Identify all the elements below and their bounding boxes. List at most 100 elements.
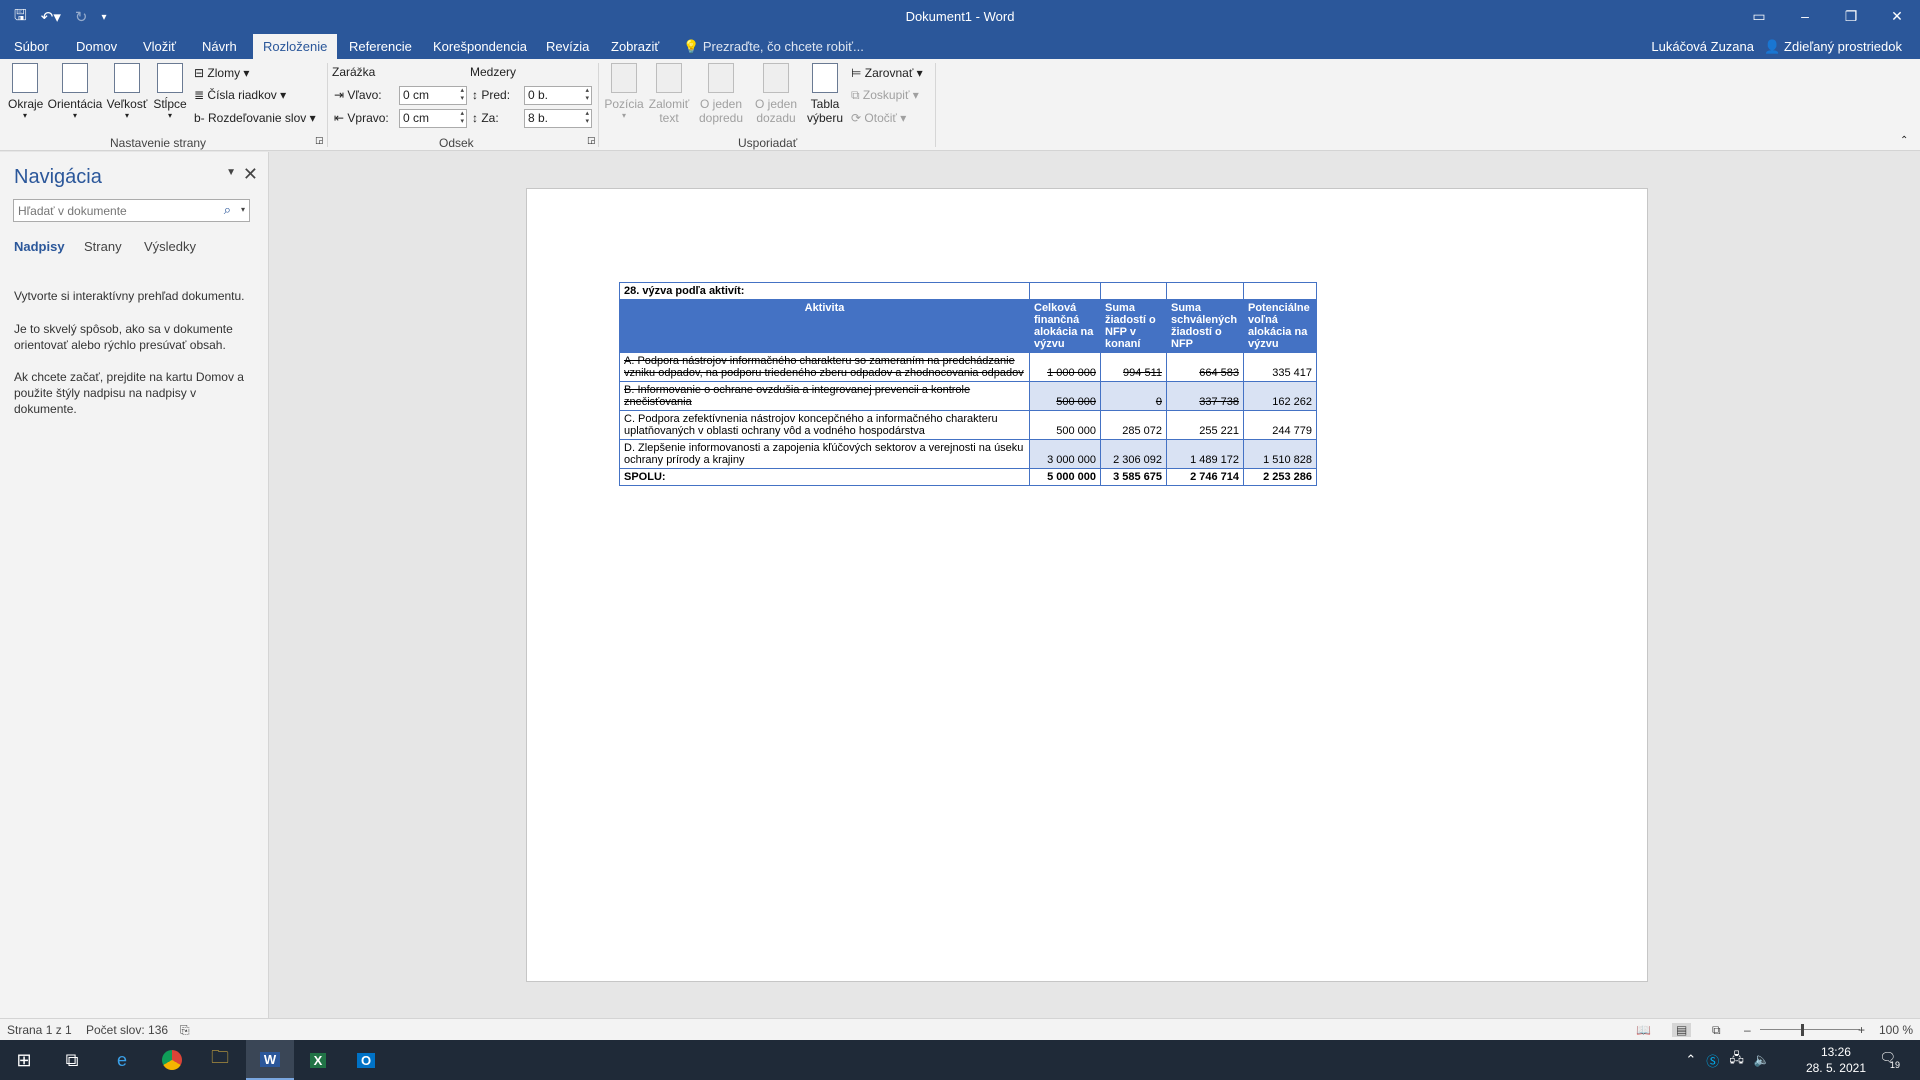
indent-right-field[interactable]: 0 cm ▴ ▾: [399, 109, 467, 128]
search-icon[interactable]: ⌕: [224, 202, 231, 218]
web-layout-icon[interactable]: ⧉: [1712, 1023, 1721, 1038]
word-icon[interactable]: W: [246, 1040, 294, 1080]
task-view-icon[interactable]: ⧉: [48, 1040, 96, 1080]
zoom-out-icon[interactable]: –: [1744, 1023, 1751, 1037]
clock-time: 13:26: [1820, 1045, 1851, 1059]
page-count[interactable]: Strana 1 z 1: [7, 1023, 72, 1037]
hyphenation-button[interactable]: b- Rozdeľovanie slov ▾: [194, 111, 316, 125]
outlook-icon[interactable]: O: [342, 1040, 390, 1080]
breaks-label: Zlomy: [207, 66, 241, 80]
selection-pane-button[interactable]: Tabla výberu: [804, 63, 846, 125]
tab-home[interactable]: Domov: [66, 34, 127, 59]
volume-icon[interactable]: 🔈: [1754, 1052, 1770, 1068]
margins-button[interactable]: Okraje ▾: [8, 63, 43, 120]
total-cell: 5 000 000: [1029, 468, 1101, 486]
tab-layout[interactable]: Rozloženie: [253, 34, 338, 59]
line-numbers-button[interactable]: ≣ Čísla riadkov ▾: [194, 88, 286, 102]
total-cell: 2 746 714: [1166, 468, 1244, 486]
spacing-after-icon: ↕: [472, 111, 478, 125]
page-setup-group-label: Nastavenie strany: [110, 136, 207, 150]
ribbon-display-options-icon[interactable]: ▭: [1736, 0, 1782, 34]
breaks-button[interactable]: ⊟ Zlomy ▾: [194, 66, 249, 80]
group-button[interactable]: ⧉ Zoskupiť ▾: [851, 88, 919, 103]
value-cell: 3 000 000: [1029, 439, 1101, 469]
windows-start-icon[interactable]: ⊞: [0, 1040, 48, 1080]
page-setup-launcher-icon[interactable]: ◲: [315, 135, 324, 146]
chrome-icon[interactable]: [148, 1040, 196, 1080]
zoom-slider-thumb[interactable]: [1801, 1024, 1804, 1036]
close-button[interactable]: ✕: [1874, 0, 1920, 34]
notification-center-icon[interactable]: 🗨19: [1879, 1050, 1906, 1070]
tell-me-box[interactable]: 💡 Prezraďte, čo chcete robiť...: [683, 34, 864, 59]
tab-view[interactable]: Zobraziť: [601, 34, 669, 59]
tab-references[interactable]: Referencie: [339, 34, 422, 59]
restore-button[interactable]: ❐: [1828, 0, 1874, 34]
table-caption: 28. výzva podľa aktivít:: [619, 282, 1030, 300]
ribbon-tabs: Súbor Domov Vložiť Návrh Rozloženie Refe…: [0, 34, 1920, 59]
zoom-level[interactable]: 100 %: [1879, 1023, 1913, 1037]
user-name[interactable]: Lukáčová Zuzana: [1651, 34, 1754, 59]
value-cell: 0: [1100, 381, 1167, 411]
tab-file[interactable]: Súbor: [4, 34, 59, 59]
zoom-in-icon[interactable]: +: [1858, 1023, 1865, 1037]
send-backward-button[interactable]: O jeden dozadu: [750, 63, 802, 125]
nav-info-text: Je to skvelý spôsob, ako sa v dokumente …: [14, 322, 233, 352]
activity-cell: D. Zlepšenie informovanosti a zapojenia …: [619, 439, 1030, 469]
nav-tab-pages[interactable]: Strany: [84, 239, 122, 254]
table-total-row: SPOLU: 5 000 000 3 585 675 2 746 714 2 2…: [619, 468, 1317, 486]
nav-search-box[interactable]: ⌕ ▾: [13, 199, 250, 222]
position-button[interactable]: Pozícia ▾: [603, 63, 645, 120]
clock-date: 28. 5. 2021: [1805, 1061, 1866, 1075]
clock[interactable]: 13:26 28. 5. 2021: [1806, 1044, 1866, 1076]
internet-explorer-icon[interactable]: e: [98, 1040, 146, 1080]
document-area: 28. výzva podľa aktivít: Aktivita Celkov…: [270, 152, 1920, 1018]
collapse-ribbon-icon[interactable]: ⌃: [1900, 135, 1908, 146]
nav-options-icon[interactable]: ▼: [226, 167, 236, 178]
proofing-icon[interactable]: ⎘: [180, 1023, 190, 1038]
word-count[interactable]: Počet slov: 136: [86, 1023, 168, 1037]
indent-right-icon: ⇤: [334, 111, 345, 125]
wrap-text-icon: [656, 63, 682, 93]
nav-tab-headings[interactable]: Nadpisy: [14, 239, 65, 254]
search-options-icon[interactable]: ▾: [241, 205, 245, 214]
value-cell: 994 511: [1100, 352, 1167, 382]
nav-search-input[interactable]: [14, 200, 214, 221]
spacing-before-field[interactable]: 0 b. ▴ ▾: [524, 86, 592, 105]
nav-close-icon[interactable]: ✕: [243, 164, 258, 185]
minimize-button[interactable]: –: [1782, 0, 1828, 34]
ribbon-separator: [327, 63, 328, 147]
read-mode-icon[interactable]: 📖: [1636, 1023, 1651, 1037]
skype-icon[interactable]: Ⓢ: [1706, 1051, 1719, 1070]
nav-tab-results[interactable]: Výsledky: [144, 239, 196, 254]
indent-title: Zarážka: [332, 65, 376, 79]
network-icon[interactable]: 🖧: [1729, 1049, 1744, 1071]
print-layout-icon[interactable]: ▤: [1672, 1023, 1692, 1037]
activity-cell: C. Podpora zefektívnenia nástrojov konce…: [619, 410, 1030, 440]
spacing-after-field[interactable]: 8 b. ▴ ▾: [524, 109, 592, 128]
rotate-button[interactable]: ⟳ Otočiť ▾: [851, 111, 906, 125]
zoom-slider[interactable]: [1760, 1029, 1860, 1030]
bring-forward-button[interactable]: O jeden dopredu: [695, 63, 747, 125]
file-explorer-icon[interactable]: 🗀: [196, 1040, 244, 1080]
column-header: Aktivita: [619, 299, 1030, 353]
paragraph-launcher-icon[interactable]: ◲: [587, 135, 596, 146]
spacing-before-icon: ↕: [472, 88, 478, 102]
indent-left-field[interactable]: 0 cm ▴ ▾: [399, 86, 467, 105]
document-page[interactable]: 28. výzva podľa aktivít: Aktivita Celkov…: [526, 188, 1648, 982]
tab-design[interactable]: Návrh: [192, 34, 247, 59]
columns-button[interactable]: Stĺpce ▾: [152, 63, 188, 120]
orientation-button[interactable]: Orientácia ▾: [47, 63, 103, 120]
size-icon: [114, 63, 140, 93]
columns-label: Stĺpce: [153, 97, 187, 111]
wrap-text-button[interactable]: Zalomiť text: [646, 63, 692, 125]
tab-mailings[interactable]: Korešpondencia: [423, 34, 537, 59]
size-label: Veľkosť: [106, 97, 148, 111]
share-button[interactable]: 👤 Zdieľaný prostriedok: [1764, 34, 1902, 59]
tell-me-text: Prezraďte, čo chcete robiť...: [702, 39, 864, 54]
excel-icon[interactable]: X: [294, 1040, 342, 1080]
show-hidden-icons-icon[interactable]: ⌃: [1685, 1052, 1696, 1068]
size-button[interactable]: Veľkosť ▾: [106, 63, 148, 120]
tab-insert[interactable]: Vložiť: [133, 34, 186, 59]
align-button[interactable]: ⊨ Zarovnať ▾: [851, 66, 923, 80]
tab-review[interactable]: Revízia: [536, 34, 599, 59]
